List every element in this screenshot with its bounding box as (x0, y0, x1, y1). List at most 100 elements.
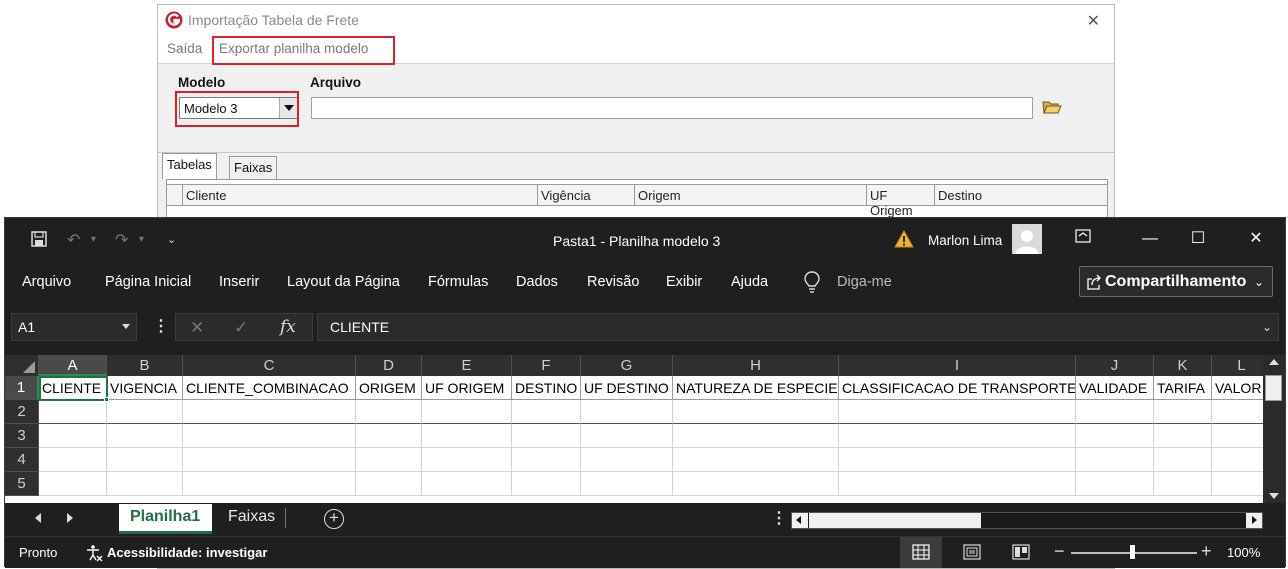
cell-i3[interactable] (839, 424, 1076, 448)
cell-l3[interactable] (1212, 424, 1263, 448)
fill-handle[interactable] (104, 397, 109, 402)
row-header-3[interactable]: 3 (5, 424, 39, 448)
column-header-a[interactable]: A (39, 355, 107, 376)
grid-col-uf-origem[interactable]: UF Origem (866, 185, 934, 218)
minimize-icon[interactable]: — (1139, 228, 1161, 250)
name-box[interactable]: A1 (11, 313, 137, 341)
spreadsheet-grid[interactable]: ABCDEFGHIJKL 1 CLIENTE VIGENCIA CLIENTE_COM… (5, 355, 1263, 503)
ribbon-tab-revisao[interactable]: Revisão (587, 274, 639, 290)
ribbon-tab-ajuda[interactable]: Ajuda (731, 274, 768, 290)
sheet-next-icon[interactable] (67, 513, 73, 523)
cell-a4[interactable] (39, 448, 107, 472)
cell-e2[interactable] (422, 400, 512, 424)
cell-l1[interactable]: VALOR (1212, 376, 1263, 400)
tell-me-search[interactable]: Diga-me (837, 274, 892, 290)
cell-c3[interactable] (183, 424, 356, 448)
chevron-down-icon[interactable] (122, 324, 130, 329)
scroll-right-icon[interactable] (1246, 513, 1262, 528)
cell-d5[interactable] (356, 472, 422, 496)
cell-a2[interactable] (39, 400, 107, 424)
ribbon-tab-exibir[interactable]: Exibir (666, 274, 702, 290)
scroll-up-icon[interactable] (1269, 359, 1279, 365)
cell-f4[interactable] (512, 448, 581, 472)
grid-col-cliente[interactable]: Cliente (182, 185, 537, 205)
cell-g5[interactable] (581, 472, 673, 496)
folder-open-icon[interactable] (1042, 99, 1062, 115)
cell-k1[interactable]: TARIFA (1154, 376, 1212, 400)
customize-toolbar-icon[interactable]: ⌄ (167, 233, 176, 246)
cell-c2[interactable] (183, 400, 356, 424)
user-name[interactable]: Marlon Lima (928, 233, 1002, 248)
cell-d4[interactable] (356, 448, 422, 472)
accessibility-icon[interactable] (85, 544, 103, 562)
cell-c5[interactable] (183, 472, 356, 496)
cell-h3[interactable] (673, 424, 839, 448)
cell-j2[interactable] (1076, 400, 1154, 424)
more-options-icon[interactable]: ⋮ (153, 316, 169, 336)
select-all-corner[interactable] (5, 355, 39, 376)
cell-l4[interactable] (1212, 448, 1263, 472)
zoom-slider-thumb[interactable] (1130, 545, 1135, 559)
cell-l2[interactable] (1212, 400, 1263, 424)
cell-h5[interactable] (673, 472, 839, 496)
redo-dropdown-icon[interactable]: ▾ (139, 234, 144, 245)
cell-e4[interactable] (422, 448, 512, 472)
save-icon[interactable] (31, 231, 47, 247)
row-header-5[interactable]: 5 (5, 472, 39, 496)
cell-f5[interactable] (512, 472, 581, 496)
cell-e3[interactable] (422, 424, 512, 448)
ribbon-tab-layout[interactable]: Layout da Página (287, 274, 400, 290)
cell-d1[interactable]: ORIGEM (356, 376, 422, 400)
insert-function-icon[interactable]: fx (280, 317, 296, 337)
cell-j1[interactable]: VALIDADE (1076, 376, 1154, 400)
cell-c4[interactable] (183, 448, 356, 472)
row-header-1[interactable]: 1 (5, 376, 39, 400)
sheet-tab-planilha1[interactable]: Planilha1 (119, 504, 212, 534)
cell-h2[interactable] (673, 400, 839, 424)
cell-e1[interactable]: UF ORIGEM (422, 376, 512, 400)
more-options-icon[interactable]: ⋮ (771, 508, 787, 528)
arquivo-input[interactable] (311, 97, 1033, 119)
column-header-h[interactable]: H (673, 355, 839, 376)
sheet-tab-faixas[interactable]: Faixas (228, 508, 275, 526)
undo-icon[interactable]: ↶ (67, 230, 80, 250)
cell-b1[interactable]: VIGENCIA (107, 376, 183, 400)
column-header-f[interactable]: F (512, 355, 581, 376)
page-break-view-icon[interactable] (1012, 544, 1030, 560)
cell-e5[interactable] (422, 472, 512, 496)
column-header-j[interactable]: J (1076, 355, 1154, 376)
scroll-thumb[interactable] (1265, 375, 1282, 401)
zoom-out-icon[interactable]: − (1054, 541, 1065, 562)
cell-j4[interactable] (1076, 448, 1154, 472)
ribbon-tab-dados[interactable]: Dados (516, 274, 558, 290)
column-header-l[interactable]: L (1212, 355, 1263, 376)
cell-h1[interactable]: NATUREZA DE ESPECIE (673, 376, 839, 400)
horizontal-scrollbar[interactable] (791, 512, 1263, 529)
cell-a3[interactable] (39, 424, 107, 448)
cell-g1[interactable]: UF DESTINO (581, 376, 673, 400)
cell-h4[interactable] (673, 448, 839, 472)
formula-input[interactable]: CLIENTE ⌄ (317, 313, 1279, 341)
normal-view-button[interactable] (900, 537, 942, 568)
zoom-level[interactable]: 100% (1227, 545, 1260, 560)
cell-g4[interactable] (581, 448, 673, 472)
sheet-prev-icon[interactable] (35, 513, 41, 523)
cell-f3[interactable] (512, 424, 581, 448)
scroll-thumb[interactable] (809, 513, 981, 528)
cell-i2[interactable] (839, 400, 1076, 424)
column-header-e[interactable]: E (422, 355, 512, 376)
row-header-2[interactable]: 2 (5, 400, 39, 424)
cell-k3[interactable] (1154, 424, 1212, 448)
zoom-in-icon[interactable]: + (1201, 541, 1212, 562)
column-header-i[interactable]: I (839, 355, 1076, 376)
add-sheet-icon[interactable]: + (324, 509, 344, 529)
cell-d2[interactable] (356, 400, 422, 424)
row-header-4[interactable]: 4 (5, 448, 39, 472)
warning-icon[interactable] (894, 230, 914, 248)
cell-j5[interactable] (1076, 472, 1154, 496)
tab-tabelas[interactable]: Tabelas (162, 153, 217, 179)
column-header-g[interactable]: G (581, 355, 673, 376)
active-cell[interactable] (39, 376, 108, 401)
ribbon-tab-formulas[interactable]: Fórmulas (428, 274, 488, 290)
accessibility-status[interactable]: Acessibilidade: investigar (107, 545, 267, 560)
